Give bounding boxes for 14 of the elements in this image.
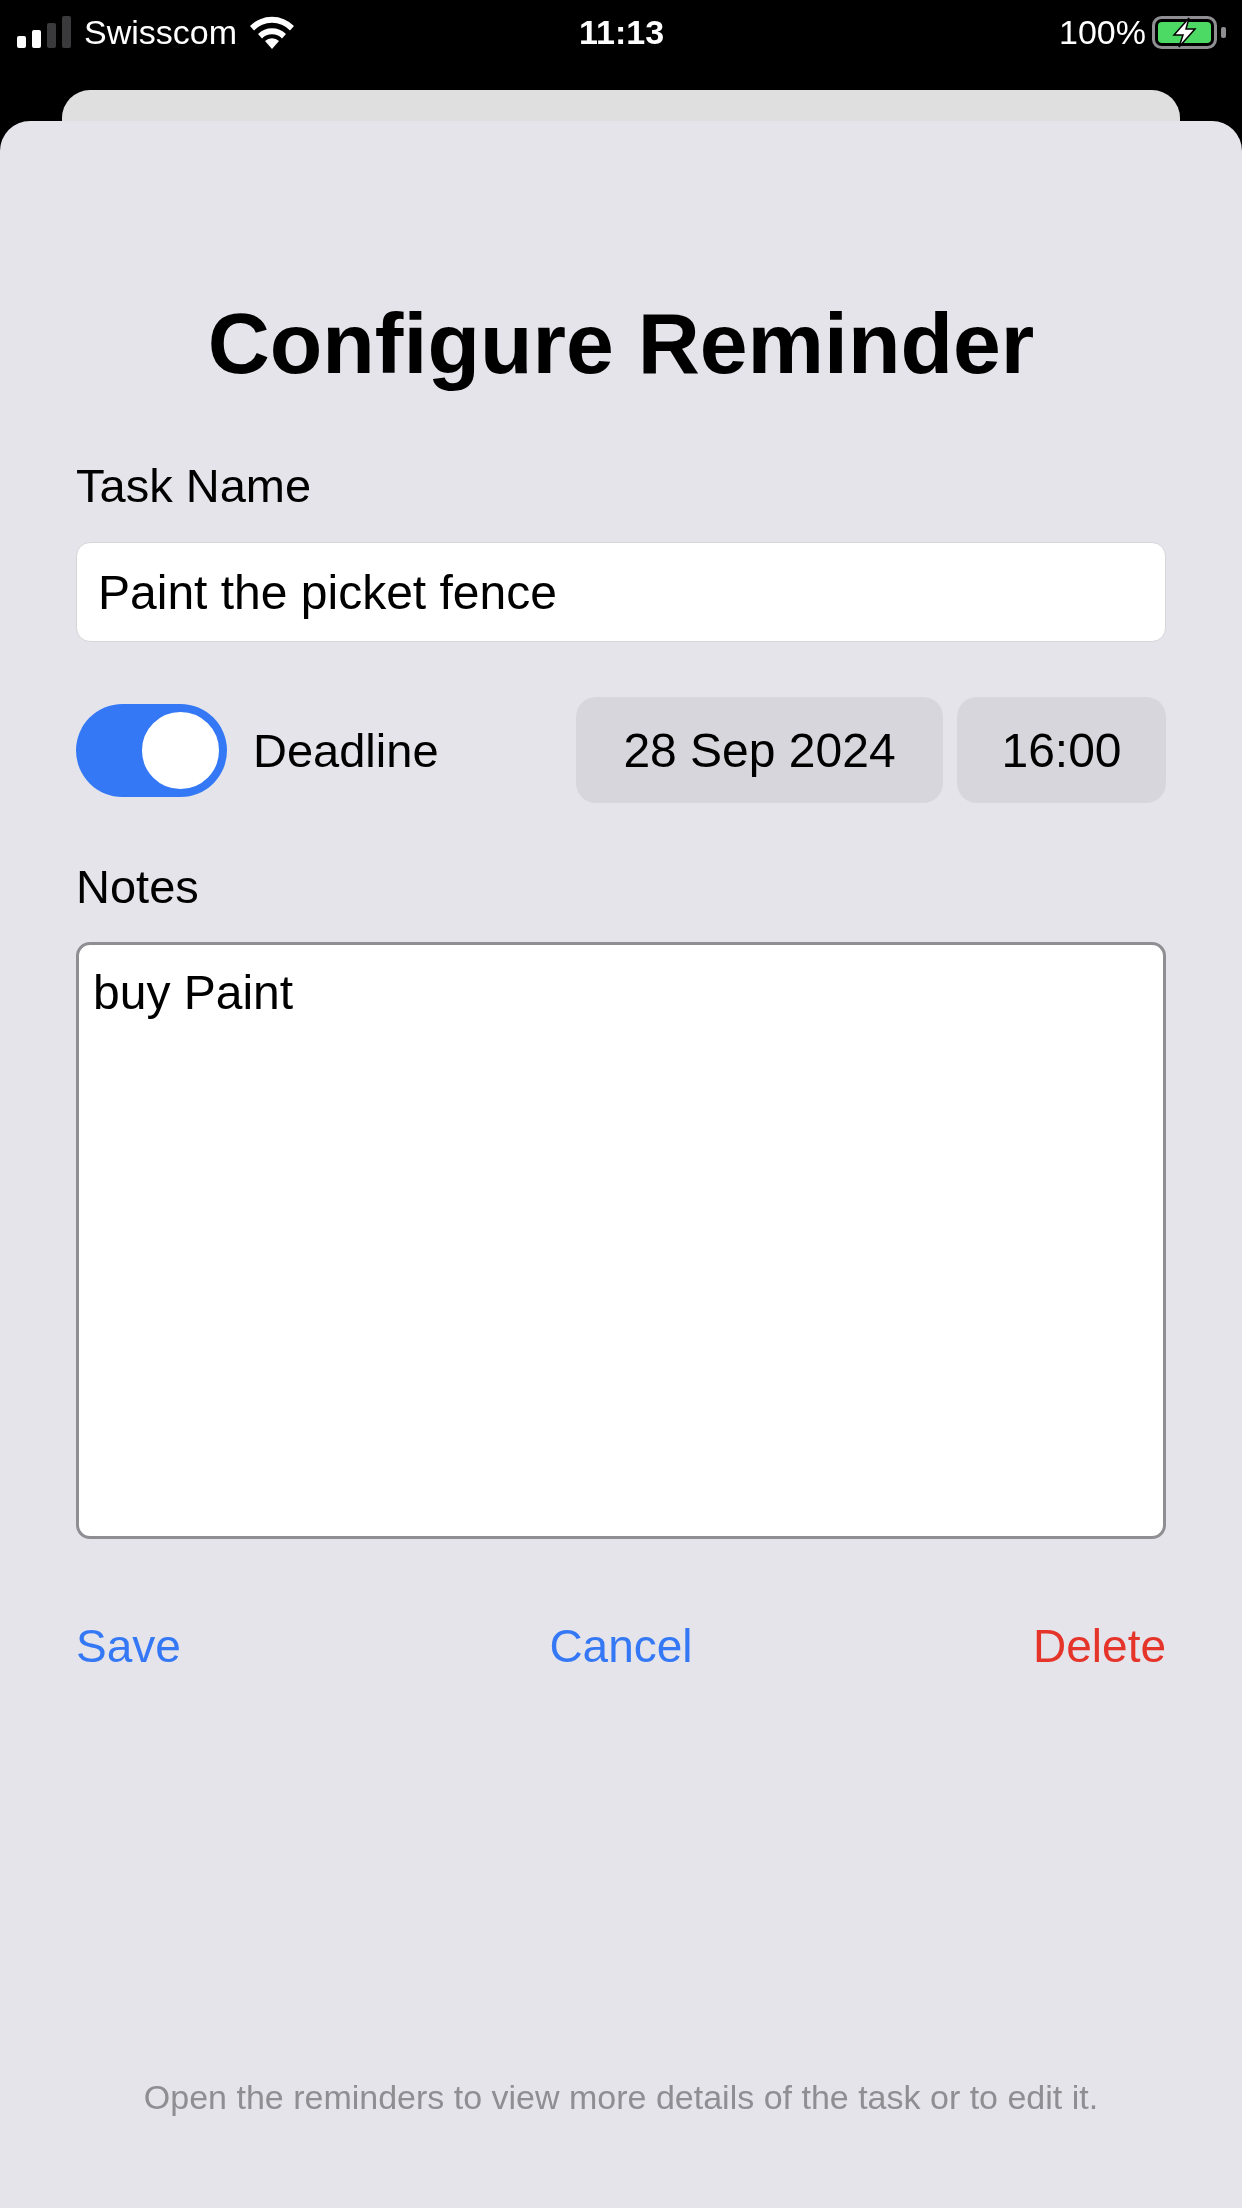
footer-hint: Open the reminders to view more details of the task or to edit it. (143, 2077, 1099, 2118)
task-name-field[interactable]: Paint the picket fence (76, 542, 1166, 642)
clock-time: 11:13 (578, 12, 665, 52)
field-label: Notes (76, 859, 199, 915)
toggle-label: Deadline (253, 722, 439, 778)
battery-percent: 100% (1059, 12, 1146, 52)
time-picker-button[interactable]: 16:00 (957, 697, 1166, 803)
wifi-icon (249, 15, 296, 49)
field-label: Task Name (76, 458, 312, 514)
sheet-title: Configure Reminder (206, 294, 1036, 393)
notes-field[interactable]: buy Paint (76, 942, 1166, 1539)
date-picker-button[interactable]: 28 Sep 2024 (576, 697, 943, 803)
carrier-name: Swisscom (84, 12, 238, 52)
signal-icon (17, 16, 71, 48)
